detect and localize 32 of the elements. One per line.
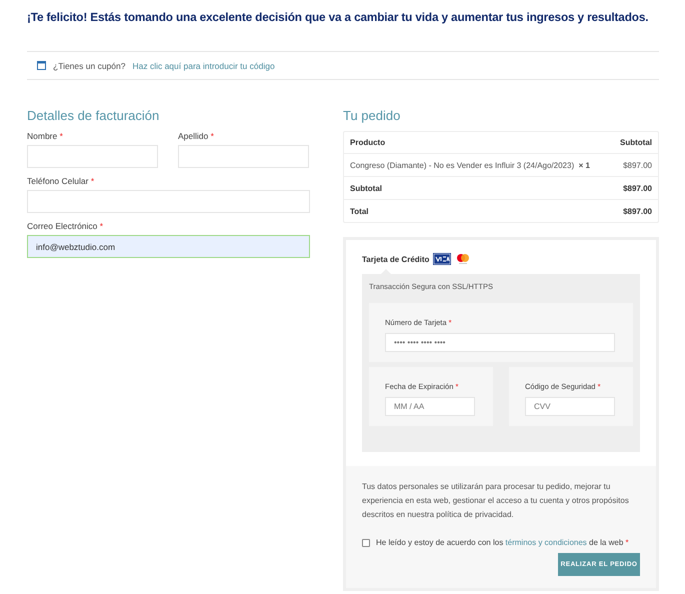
field-label: Correo Electrónico * <box>27 221 104 231</box>
billing-title: Detalles de facturación <box>27 108 160 123</box>
mastercard-icon <box>455 253 472 265</box>
table-cell: Subtotal <box>350 184 382 192</box>
expiry-field[interactable]: MM / AA <box>385 397 475 416</box>
visa-card-icon <box>433 253 452 265</box>
cvv-field[interactable]: CVV <box>525 397 615 416</box>
payment-method-label: Tarjeta de Crédito <box>362 254 430 264</box>
terms-link[interactable]: términos y condiciones <box>505 538 587 547</box>
input-field[interactable]: info@webztudio.com <box>27 235 310 258</box>
field-label: Apellido * <box>178 131 215 141</box>
privacy-text: Tus datos personales se utilizarán para procesar tu pedido, mejorar tu experiencia en esta web, gestionar el acceso a tu cuenta y otros propósitos descritos en nuestra política de privacidad. <box>362 481 630 521</box>
terms-checkbox[interactable] <box>362 538 370 546</box>
coupon-link[interactable]: Haz clic aquí para introducir tu código <box>132 60 275 70</box>
field-label: Nombre * <box>27 131 64 141</box>
input-field[interactable] <box>27 190 310 213</box>
column-header: Producto <box>350 138 386 147</box>
order-title: Tu pedido <box>343 108 402 123</box>
table-cell: $897.00 <box>623 206 652 216</box>
input-field[interactable] <box>178 145 309 168</box>
card-number-field[interactable]: •••• •••• •••• •••• <box>385 333 615 352</box>
headline: ¡Te felicito! Estás tomando una excelente decisión que va a cambiar tu vida y aumentar tus ingresos y resultados. <box>27 10 650 24</box>
coupon-question: ¿Tienes un cupón? <box>53 60 126 70</box>
table-cell: $897.00 <box>623 184 652 192</box>
table-cell: Total <box>350 206 369 216</box>
calendar-icon <box>37 61 46 70</box>
table-cell: $897.00 <box>623 160 652 170</box>
field-label: Teléfono Celular * <box>27 176 96 186</box>
input-field[interactable] <box>27 145 158 168</box>
terms-text: He leído y estoy de acuerdo con los términos y condiciones de la web * <box>376 538 629 547</box>
column-header: Subtotal <box>620 138 652 147</box>
table-cell: Congreso (Diamante) - No es Vender es Influir 3 (24/Ago/2023) × 1 <box>350 160 590 170</box>
